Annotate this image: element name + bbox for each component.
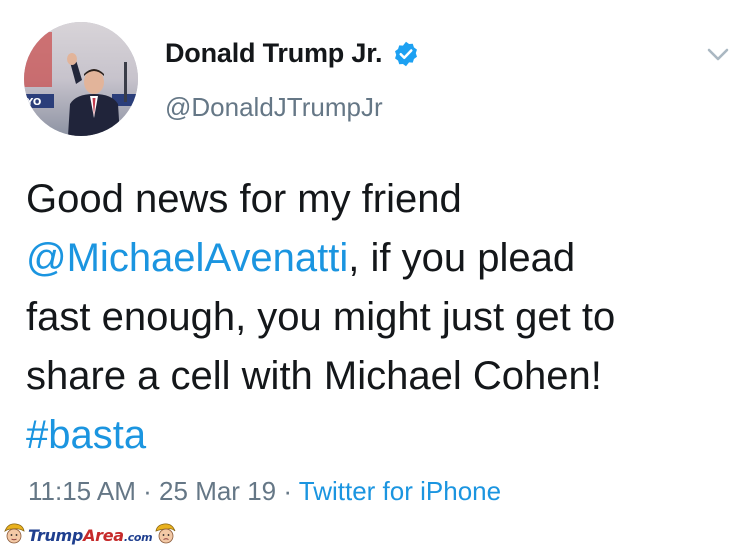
author-handle[interactable]: @DonaldJTrumpJr — [165, 92, 383, 123]
author-name-row: Donald Trump Jr. — [165, 38, 420, 69]
trump-face-icon — [154, 522, 178, 548]
tweet-source-link[interactable]: Twitter for iPhone — [299, 476, 501, 506]
tweet-date[interactable]: 25 Mar 19 — [159, 476, 276, 506]
tweet-line: @MichaelAvenatti, if you plead — [26, 229, 726, 288]
tweet-meta: 11:15 AM · 25 Mar 19 · Twitter for iPhon… — [28, 476, 501, 507]
tweet-text: Good news for my friend @MichaelAvenatti… — [26, 170, 726, 465]
tweet-text-segment: , if you plead — [348, 236, 576, 280]
tweet-text-segment: share a cell with Michael Cohen! — [26, 354, 602, 398]
tweet-line: fast enough, you might just get to — [26, 288, 726, 347]
tweet-line: Good news for my friend — [26, 170, 726, 229]
watermark-logo: TrumpArea.com — [2, 522, 178, 548]
author-display-name[interactable]: Donald Trump Jr. — [165, 38, 383, 69]
svg-text:YO: YO — [25, 97, 41, 108]
watermark-brand: TrumpArea.com — [28, 525, 153, 545]
watermark-brand-main: Trump — [28, 525, 84, 545]
meta-separator: · — [276, 476, 299, 506]
tweet-text-segment: fast enough, you might just get to — [26, 295, 616, 339]
trump-face-icon — [2, 522, 26, 548]
mention-link[interactable]: @MichaelAvenatti — [26, 236, 348, 280]
watermark-brand-tld: .com — [123, 530, 153, 544]
chevron-down-icon[interactable] — [704, 40, 732, 68]
tweet-time[interactable]: 11:15 AM — [28, 476, 136, 506]
tweet-text-segment: Good news for my friend — [26, 177, 462, 221]
tweet-card: YO Donald Trump Jr. @DonaldJTrumpJr Good… — [0, 0, 740, 548]
avatar[interactable]: YO — [24, 22, 138, 136]
verified-badge-icon — [392, 40, 420, 68]
hashtag-link[interactable]: #basta — [26, 413, 146, 457]
tweet-line: share a cell with Michael Cohen! — [26, 347, 726, 406]
meta-separator: · — [135, 476, 160, 506]
tweet-line: #basta — [26, 406, 726, 465]
avatar-photo: YO — [24, 22, 138, 136]
watermark-brand-area: Area — [83, 525, 124, 545]
